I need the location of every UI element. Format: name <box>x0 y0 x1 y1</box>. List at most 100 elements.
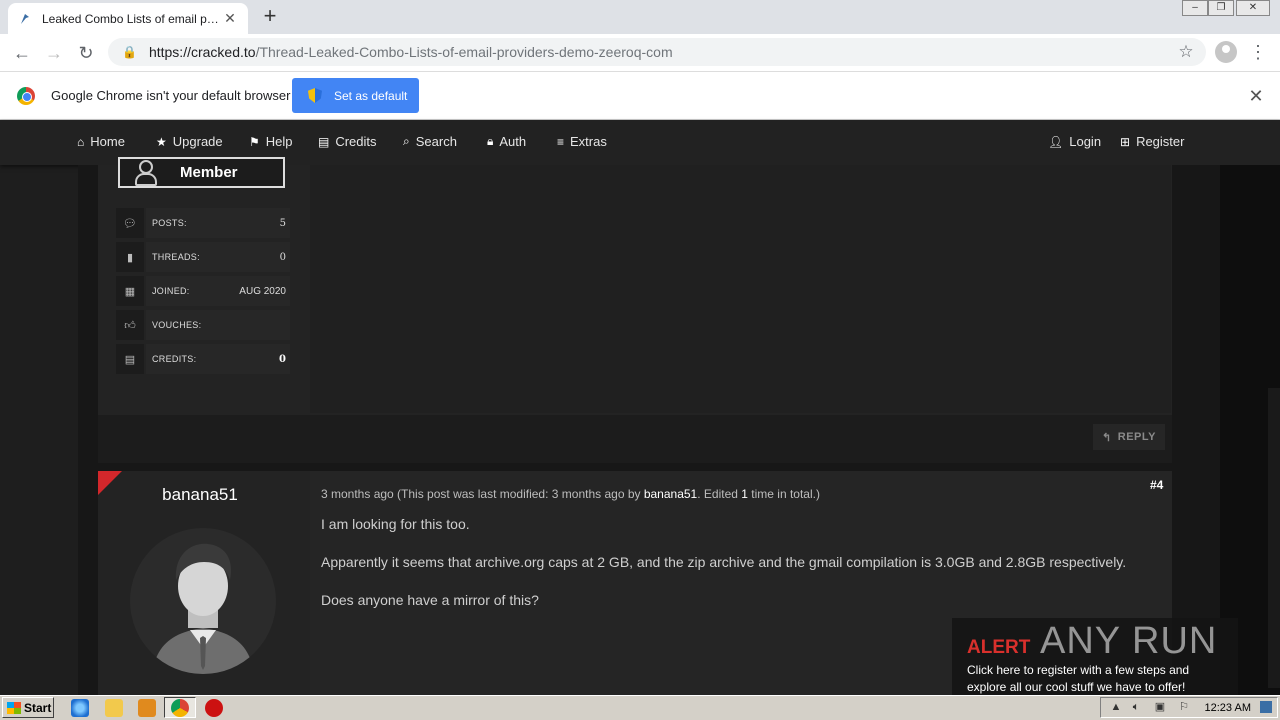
book-icon: ▮ <box>116 242 144 272</box>
post-author[interactable]: banana51 <box>100 485 300 505</box>
folder-icon[interactable] <box>105 699 123 717</box>
stat-value: 0 <box>279 251 286 263</box>
start-button[interactable]: Start <box>2 697 54 718</box>
post-actions-bar <box>98 415 1172 463</box>
money-icon: ▤ <box>116 344 144 374</box>
nav-auth[interactable]: 🔒︎ Auth <box>487 134 526 149</box>
reply-button[interactable]: ↰ REPLY <box>1093 424 1165 450</box>
member-badge-label: Member <box>180 164 238 181</box>
reply-label: REPLY <box>1117 431 1156 443</box>
reply-icon: ↰ <box>1102 431 1112 444</box>
profile-avatar[interactable] <box>1215 41 1237 63</box>
nav-credits[interactable]: ▤ Credits <box>318 134 377 149</box>
tray-arrow-icon[interactable]: ▲ <box>1110 701 1122 713</box>
nav-auth-label: Auth <box>499 134 527 149</box>
stop-icon[interactable] <box>205 699 223 717</box>
post-number[interactable]: #4 <box>1150 478 1163 492</box>
search-icon: ⌕ <box>403 134 410 148</box>
tab-close-icon[interactable]: ✕ <box>222 10 238 27</box>
back-button[interactable]: ← <box>10 42 34 66</box>
window-close-button[interactable]: ✕ <box>1236 0 1270 16</box>
post-meta: 3 months ago (This post was last modifie… <box>321 487 820 501</box>
network-icon[interactable]: ▣ <box>1154 701 1166 713</box>
stat-label: VOUCHES: <box>152 320 202 330</box>
stat-value: 0 <box>279 353 286 365</box>
nav-credits-label: Credits <box>335 134 377 149</box>
set-default-label: Set as default <box>334 88 408 103</box>
home-icon: ⌂ <box>77 134 85 149</box>
user-icon: 👤︎ <box>1048 134 1064 149</box>
stat-value: AUG 2020 <box>239 285 286 297</box>
nav-login-label: Login <box>1069 134 1102 149</box>
thumbs-up-icon: 👍︎ <box>116 310 144 340</box>
post-meta-suffix: time in total.) <box>747 487 820 501</box>
alert-text[interactable]: Click here to register with a few steps … <box>967 662 1229 696</box>
nav-register[interactable]: ⊞ Register <box>1120 134 1184 149</box>
nav-extras-label: Extras <box>570 134 607 149</box>
forward-button[interactable]: → <box>42 42 66 66</box>
chrome-menu-icon[interactable]: ⋮ <box>1248 41 1268 63</box>
lock-icon: 🔒︎ <box>487 134 494 148</box>
post-meta-mid: . Edited <box>697 487 742 501</box>
internet-explorer-icon[interactable] <box>71 699 89 717</box>
windows-logo-icon <box>7 701 21 714</box>
site-favicon-icon <box>18 12 32 26</box>
post-paragraph: I am looking for this too. <box>321 516 470 532</box>
lock-icon: 🔒 <box>122 45 137 59</box>
user-outline-icon <box>134 159 157 186</box>
stat-value: 5 <box>279 217 286 229</box>
set-default-button[interactable]: Set as default <box>292 78 419 113</box>
nav-help[interactable]: ⚑ Help <box>249 134 293 149</box>
clock[interactable]: 12:23 AM <box>1205 702 1251 714</box>
stat-label: JOINED: <box>152 286 190 296</box>
infobar-close-icon[interactable]: ✕ <box>1246 86 1266 106</box>
nav-help-label: Help <box>265 134 293 149</box>
stat-threads: ▮ THREADS: 0 <box>116 242 290 272</box>
chrome-logo-icon <box>17 87 35 105</box>
member-badge: Member <box>118 157 285 188</box>
post-paragraph: Apparently it seems that archive.org cap… <box>321 554 1127 570</box>
nav-upgrade[interactable]: ★ Upgrade <box>156 134 223 149</box>
post-paragraph: Does anyone have a mirror of this? <box>321 592 539 608</box>
post-meta-user[interactable]: banana51 <box>644 487 697 501</box>
new-tab-button[interactable]: + <box>258 5 282 29</box>
star-icon: ★ <box>156 134 167 149</box>
stat-label: POSTS: <box>152 218 187 228</box>
stat-posts: 💬︎ POSTS: 5 <box>116 208 290 238</box>
nav-extras[interactable]: ≡ Extras <box>557 134 607 149</box>
money-icon: ▤ <box>318 134 330 149</box>
stat-vouches: 👍︎ VOUCHES: <box>116 310 290 340</box>
alert-title: ALERT <box>967 637 1031 658</box>
action-flag-icon[interactable]: ⚐ <box>1178 701 1190 713</box>
nav-home[interactable]: ⌂ Home <box>77 134 125 149</box>
restore-button[interactable]: ❐ <box>1208 0 1234 16</box>
url-path: /Thread-Leaked-Combo-Lists-of-email-prov… <box>255 44 673 60</box>
post-meta-prefix: 3 months ago (This post was last modifie… <box>321 487 644 501</box>
post-meta-count: 1 <box>741 487 748 501</box>
stat-joined: ▦ JOINED: AUG 2020 <box>116 276 290 306</box>
shield-icon <box>308 88 322 103</box>
infobar-text: Google Chrome isn't your default browser <box>51 88 291 103</box>
chrome-icon <box>171 699 189 717</box>
flag-icon: ⚑ <box>249 134 260 149</box>
scrollbar[interactable] <box>1268 388 1280 688</box>
avatar[interactable] <box>130 528 276 674</box>
volume-icon[interactable]: 🔈︎ <box>1130 701 1142 713</box>
previous-post-content <box>310 165 1171 413</box>
anyrun-watermark: ANY RUN <box>1040 620 1218 662</box>
calendar-icon: ▦ <box>116 276 144 306</box>
stat-label: THREADS: <box>152 252 200 262</box>
nav-login[interactable]: 👤︎ Login <box>1048 134 1101 149</box>
media-player-icon[interactable] <box>138 699 156 717</box>
nav-search[interactable]: ⌕ Search <box>403 134 457 149</box>
address-bar[interactable]: 🔒 https://cracked.to/Thread-Leaked-Combo… <box>108 38 1206 66</box>
minimize-button[interactable]: – <box>1182 0 1208 16</box>
nav-home-label: Home <box>90 134 125 149</box>
browser-tab[interactable]: Leaked Combo Lists of email providers ✕ <box>8 3 248 34</box>
show-desktop-icon[interactable] <box>1260 701 1272 713</box>
reload-button[interactable]: ↻ <box>74 42 98 66</box>
nav-upgrade-label: Upgrade <box>172 134 223 149</box>
comments-icon: 💬︎ <box>116 208 144 238</box>
bookmark-star-icon[interactable]: ☆ <box>1176 42 1196 62</box>
bars-icon: ≡ <box>557 134 565 149</box>
